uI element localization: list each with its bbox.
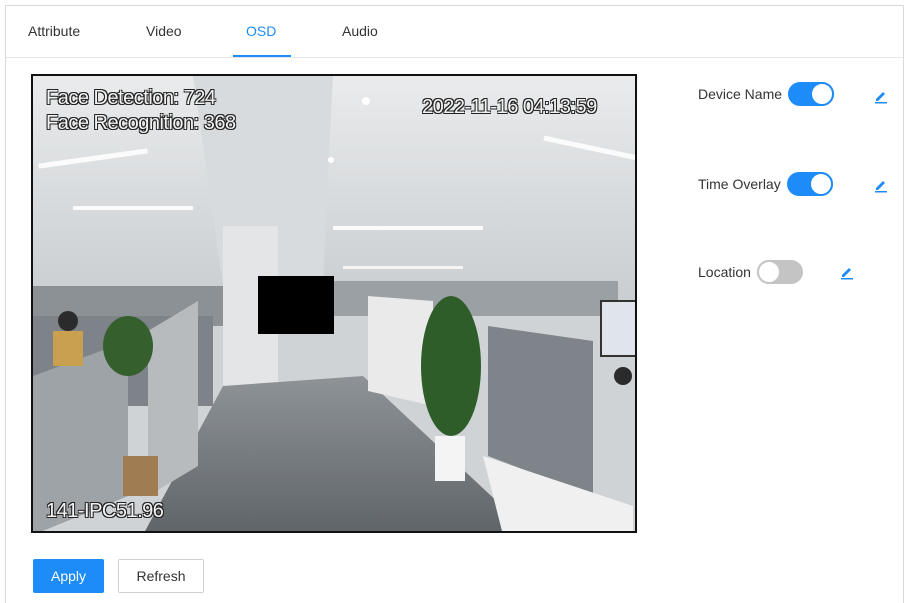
- device-name-label: Device Name: [698, 86, 783, 102]
- location-label: Location: [698, 264, 751, 280]
- active-tab-indicator: [233, 55, 291, 57]
- osd-face-recognition: Face Recognition: 368: [46, 112, 236, 134]
- toggle-knob: [756, 260, 781, 284]
- device-name-setting: Device Name: [698, 82, 835, 106]
- tab-bar: Attribute Video OSD Audio: [6, 6, 903, 58]
- location-setting: Location: [698, 260, 803, 284]
- device-name-toggle[interactable]: [788, 82, 835, 106]
- toggle-knob: [810, 82, 835, 106]
- office-scene-image: [33, 76, 635, 531]
- tab-audio[interactable]: Audio: [342, 23, 378, 39]
- refresh-button[interactable]: Refresh: [118, 559, 204, 593]
- osd-timestamp[interactable]: 2022-11-16 04:13:59: [422, 96, 597, 119]
- time-overlay-label: Time Overlay: [698, 176, 781, 192]
- toggle-knob: [808, 172, 833, 196]
- video-preview: Face Detection: 724 Face Recognition: 36…: [31, 74, 637, 533]
- time-overlay-edit-icon[interactable]: [873, 177, 889, 193]
- tab-video[interactable]: Video: [146, 23, 182, 39]
- tab-osd[interactable]: OSD: [246, 23, 276, 39]
- apply-button[interactable]: Apply: [33, 559, 104, 593]
- device-name-edit-icon[interactable]: [873, 88, 889, 104]
- osd-device-name[interactable]: 141-IPC51.96: [46, 500, 164, 523]
- location-edit-icon[interactable]: [839, 264, 855, 280]
- time-overlay-setting: Time Overlay: [698, 172, 833, 196]
- tab-attribute[interactable]: Attribute: [28, 23, 80, 39]
- osd-settings-panel: Attribute Video OSD Audio Face Detection…: [5, 5, 904, 603]
- time-overlay-toggle[interactable]: [786, 172, 833, 196]
- osd-face-detection: Face Detection: 724: [46, 87, 216, 109]
- location-toggle[interactable]: [756, 260, 803, 284]
